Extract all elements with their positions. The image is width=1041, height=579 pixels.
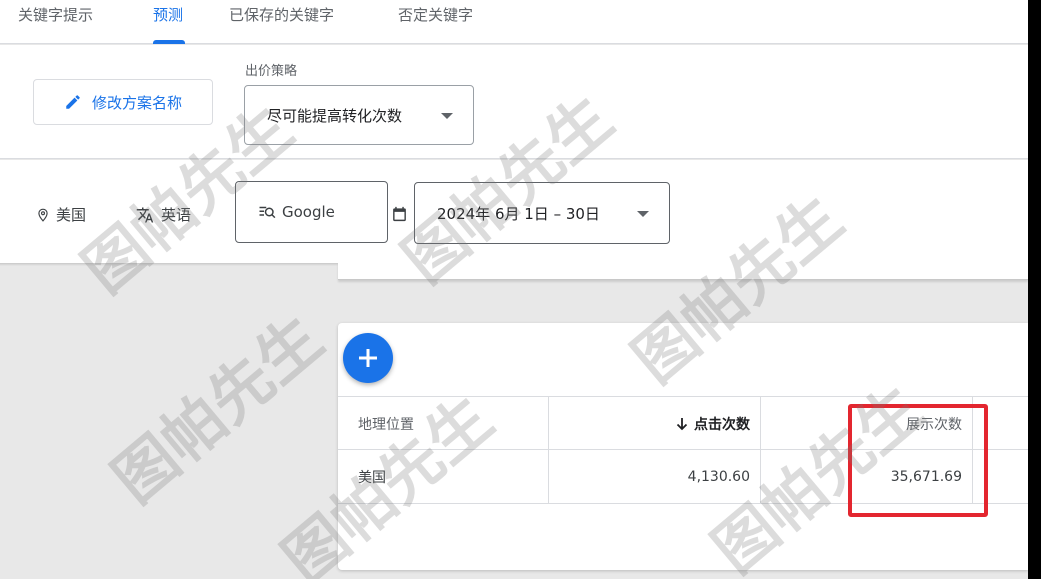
search-network-icon — [258, 205, 276, 219]
stage: 关键字提示 预测 已保存的关键字 否定关键字 修改方案名称 出价策略 尽可能提高… — [0, 0, 1028, 579]
tab-bar: 关键字提示 预测 已保存的关键字 否定关键字 — [0, 0, 1028, 44]
location-filter-label: 美国 — [56, 204, 86, 225]
row-extra — [972, 450, 1028, 503]
rename-plan-label: 修改方案名称 — [92, 92, 182, 113]
date-range-value: 2024年 6月 1日 – 30日 — [437, 203, 600, 224]
filter-row-shadow — [0, 263, 338, 266]
header-clicks[interactable]: 点击次数 — [548, 397, 760, 450]
location-filter[interactable]: 美国 — [36, 204, 86, 225]
row-impressions: 35,671.69 — [760, 450, 972, 503]
language-filter[interactable]: 英语 — [135, 204, 191, 225]
arrow-down-icon — [676, 417, 688, 431]
bid-strategy-label: 出价策略 — [245, 60, 297, 79]
plus-icon — [357, 347, 379, 369]
network-select[interactable]: Google — [235, 181, 388, 243]
tab-keyword-ideas[interactable]: 关键字提示 — [18, 4, 93, 25]
location-pin-icon — [36, 207, 50, 223]
date-range-select[interactable]: 2024年 6月 1日 – 30日 — [414, 182, 670, 244]
plan-settings-row: 修改方案名称 出价策略 尽可能提高转化次数 — [0, 45, 1028, 159]
language-filter-label: 英语 — [161, 204, 191, 225]
pencil-icon — [64, 93, 82, 111]
watermark: 图帕先生 — [90, 291, 338, 519]
table-row: 美国 4,130.60 35,671.69 — [338, 450, 1028, 504]
window-edge — [1028, 0, 1041, 579]
network-label: Google — [282, 203, 335, 221]
tab-negative-keywords[interactable]: 否定关键字 — [398, 4, 473, 25]
forecast-table: 地理位置 点击次数 展示次数 美国 4,130.60 35,671.69 — [338, 396, 1028, 504]
header-clicks-label: 点击次数 — [694, 414, 750, 434]
row-location: 美国 — [338, 450, 548, 503]
row-clicks: 4,130.60 — [548, 450, 760, 503]
forecast-filter-row: 美国 英语 Google 2024年 6月 1日 – 30日 — [0, 160, 1028, 263]
active-tab-indicator — [153, 40, 185, 44]
bid-strategy-select[interactable]: 尽可能提高转化次数 — [244, 85, 474, 145]
tab-saved-keywords[interactable]: 已保存的关键字 — [229, 4, 334, 25]
header-extra — [972, 397, 1028, 450]
calendar-icon[interactable] — [391, 205, 408, 223]
chevron-down-icon — [637, 211, 649, 217]
translate-icon — [135, 206, 155, 224]
tab-forecast[interactable]: 预测 — [153, 4, 183, 25]
header-impressions[interactable]: 展示次数 — [760, 397, 972, 450]
rename-plan-button[interactable]: 修改方案名称 — [33, 79, 213, 125]
filter-row-extension — [338, 263, 1028, 280]
add-button[interactable] — [343, 333, 393, 383]
header-location[interactable]: 地理位置 — [338, 397, 548, 450]
table-header-row: 地理位置 点击次数 展示次数 — [338, 396, 1028, 450]
bid-strategy-value: 尽可能提高转化次数 — [267, 105, 402, 126]
forecast-table-card: 地理位置 点击次数 展示次数 美国 4,130.60 35,671.69 — [338, 323, 1028, 570]
chevron-down-icon — [441, 113, 453, 119]
